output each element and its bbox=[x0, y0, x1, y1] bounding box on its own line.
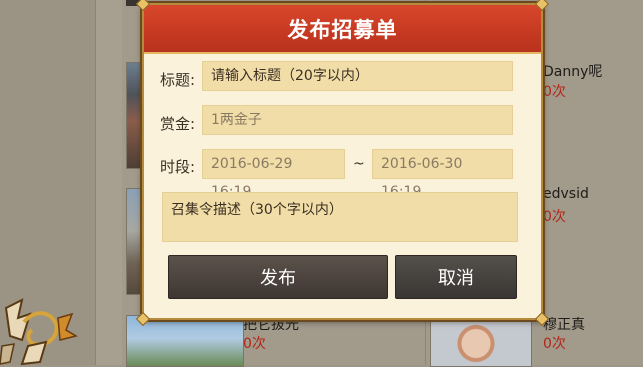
list-item-name: edvsid bbox=[543, 186, 589, 202]
list-item-count: 0次 bbox=[243, 336, 266, 352]
start-time-field[interactable]: 2016-06-29 16:19 bbox=[202, 149, 345, 200]
title-input[interactable] bbox=[202, 61, 513, 91]
period-label: 时段: bbox=[160, 158, 196, 176]
list-item-count: 0次 bbox=[543, 209, 566, 225]
recruit-dialog: 发布招募单 标题: 赏金: 1两金子 时段: 2016-06-29 16:19 … bbox=[135, 0, 550, 327]
end-time-field[interactable]: 2016-06-30 16:19 bbox=[372, 149, 513, 200]
title-label: 标题: bbox=[160, 71, 196, 89]
list-item-count: 0次 bbox=[543, 84, 566, 100]
reward-label: 赏金: bbox=[160, 115, 196, 133]
publish-button[interactable]: 发布 bbox=[168, 255, 388, 299]
list-item-count: 0次 bbox=[543, 336, 566, 352]
cancel-button[interactable]: 取消 bbox=[395, 255, 517, 299]
description-input[interactable] bbox=[162, 192, 518, 242]
dialog-header: 发布招募单 bbox=[144, 5, 541, 54]
range-separator: ~ bbox=[353, 156, 365, 172]
reward-field[interactable]: 1两金子 bbox=[202, 105, 513, 135]
game-logo-icon bbox=[0, 298, 78, 365]
list-item-name: 穆正真 bbox=[543, 317, 585, 333]
dialog-title: 发布招募单 bbox=[287, 17, 398, 42]
list-item-avatar[interactable] bbox=[430, 315, 532, 367]
list-item-name: Danny呢 bbox=[543, 64, 603, 80]
panel-gap bbox=[95, 0, 123, 365]
